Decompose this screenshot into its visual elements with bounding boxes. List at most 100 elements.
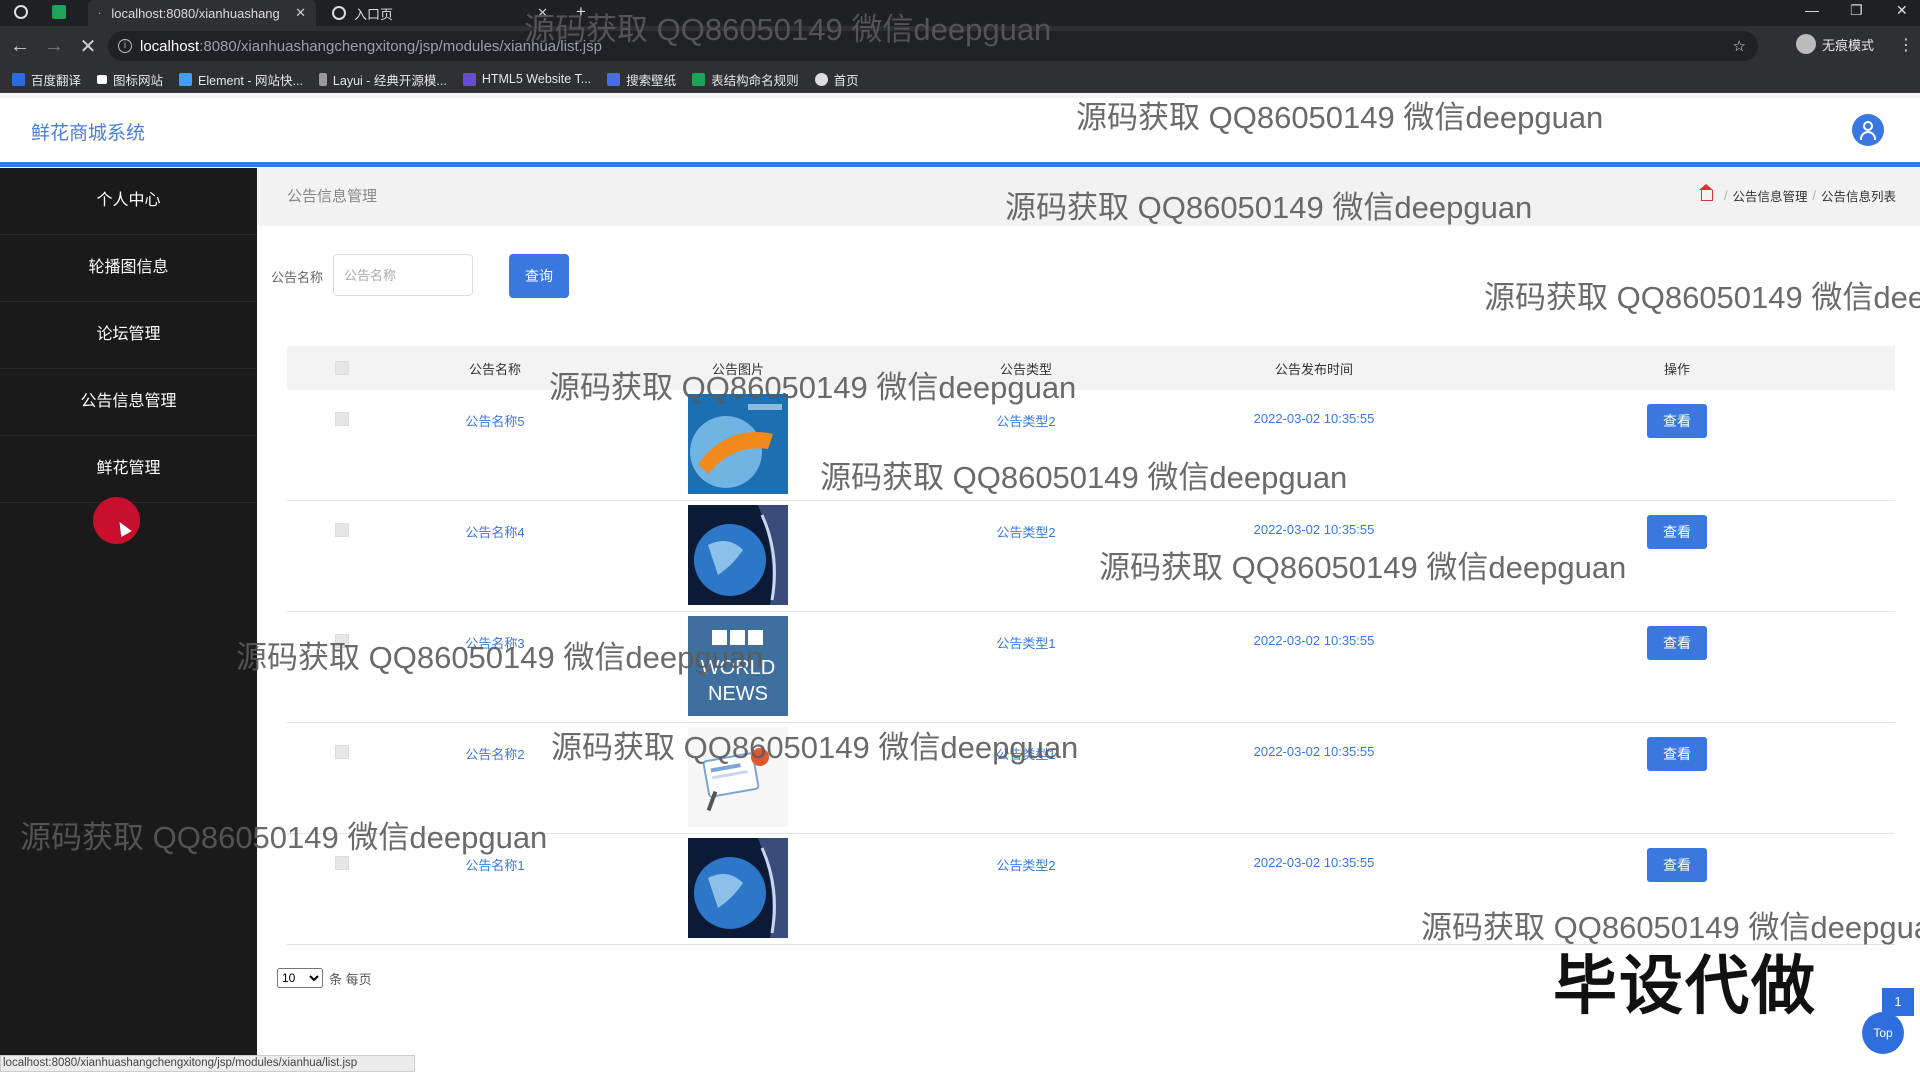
row-checkbox[interactable] [335,745,349,759]
tab-entry-page[interactable]: 入口页 ✕ [322,0,558,26]
page-title: 公告信息管理 [287,188,378,205]
bookmark-item[interactable]: 搜索壁纸 [607,70,676,89]
flag-icon [97,74,108,84]
action-cell: 查看 [1459,390,1895,438]
tab-title: 入口页 [354,6,394,22]
row-checkbox-cell [287,723,397,759]
bookmark-label: 搜索壁纸 [626,73,677,88]
search-input[interactable] [333,254,473,296]
layui-icon [318,72,327,86]
notice-type: 公告类型1 [996,636,1056,651]
table-header: 公告名称 公告图片 公告类型 公告发布时间 操作 [287,346,1895,390]
table-row: 公告名称4 公告类型2 2022-03-02 10:35:55 查看 [287,501,1895,612]
action-cell: 查看 [1459,612,1895,660]
globe-icon [332,6,346,20]
status-bar-url: localhost:8080/xianhuashangchengxitong/j… [0,1055,415,1072]
notice-time: 2022-03-02 10:35:55 [1253,522,1375,537]
query-button[interactable]: 查询 [509,254,569,298]
home-icon[interactable] [1699,184,1713,201]
app-tab-icon[interactable] [52,5,66,19]
app-header: 鲜花商城系统 [0,98,1920,167]
bookmark-label: Element - 网站快... [198,73,303,88]
action-cell: 查看 [1459,723,1895,771]
notice-time: 2022-03-02 10:35:55 [1253,744,1375,759]
bookmark-item[interactable]: 图标网站 [97,70,163,89]
page-size-select[interactable]: 10 [277,968,323,988]
row-checkbox-cell [287,390,397,426]
promo-text: 毕设代做 [1553,950,1817,1022]
notice-name: 公告名称1 [465,858,525,873]
notice-name: 公告名称5 [465,414,525,429]
view-button[interactable]: 查看 [1647,848,1707,882]
logo-text: NEWS [708,683,768,705]
notice-image: WORLD NEWS [688,616,788,716]
stop-loading-icon[interactable]: ✕ [74,34,102,59]
incognito-icon [1796,34,1816,54]
row-checkbox[interactable] [335,634,349,648]
back-icon[interactable]: ← [6,35,34,58]
sheet-icon [692,72,706,86]
breadcrumb-separator: / [1812,188,1816,203]
close-tab-icon[interactable]: ✕ [295,5,306,21]
minimize-icon[interactable]: — [1805,2,1819,18]
notice-table: 公告名称 公告图片 公告类型 公告发布时间 操作 公告名称5 公告类型2 202… [287,346,1895,945]
notice-image-cell [593,390,883,494]
row-checkbox[interactable] [335,412,349,426]
bookmark-item[interactable]: 首页 [814,70,859,89]
notice-image [688,394,788,494]
app-title: 鲜花商城系统 [31,123,146,144]
site-info-icon[interactable]: i [118,39,132,53]
bookmark-item[interactable]: 表结构命名规则 [692,70,799,89]
pagination: 10 条 每页 [277,968,372,988]
notice-type: 公告类型2 [996,858,1056,873]
view-button[interactable]: 查看 [1647,626,1707,660]
bookmark-star-icon[interactable]: ☆ [1733,37,1746,55]
sidebar-item-flowers[interactable]: 鲜花管理 [0,436,257,503]
bookmark-label: 首页 [833,73,859,88]
notice-time: 2022-03-02 10:35:55 [1253,411,1375,426]
notice-image-cell [593,834,883,938]
sidebar-item-personal-center[interactable]: 个人中心 [0,168,257,235]
bookmark-item[interactable]: 百度翻译 [12,70,81,89]
breadcrumb-item[interactable]: 公告信息列表 [1821,186,1896,205]
browser-tab-bar: · localhost:8080/xianhuashang ✕ 入口页 ✕ + … [0,0,1920,26]
table-row: 公告名称2 公告类型1 2022-03-02 10:35:55 查看 [287,723,1895,834]
column-header: 公告类型 [999,361,1052,377]
notice-image-cell [593,723,883,827]
restore-icon[interactable]: ❐ [1850,2,1863,19]
select-all-checkbox[interactable] [335,361,349,375]
forward-icon[interactable]: → [40,35,68,58]
notice-image [688,505,788,605]
translate-icon [12,72,25,86]
row-checkbox[interactable] [335,523,349,537]
url-field[interactable]: i localhost :8080/xianhuashangchengxiton… [108,31,1758,61]
breadcrumb-item[interactable]: 公告信息管理 [1732,186,1807,205]
sidebar-item-carousel[interactable]: 轮播图信息 [0,235,257,302]
notice-time: 2022-03-02 10:35:55 [1253,855,1375,870]
close-tab-icon[interactable]: ✕ [537,5,548,21]
row-checkbox[interactable] [335,856,349,870]
browser-menu-icon[interactable] [14,5,28,19]
view-button[interactable]: 查看 [1647,737,1707,771]
view-button[interactable]: 查看 [1647,515,1707,549]
user-avatar-icon[interactable] [1852,114,1884,146]
breadcrumb-separator: / [1724,188,1728,203]
window-close-icon[interactable]: ✕ [1896,2,1908,19]
incognito-indicator[interactable]: 无痕模式 [1796,34,1874,54]
bookmark-item[interactable]: Layui - 经典开源模... [318,70,447,89]
action-cell: 查看 [1459,501,1895,549]
bookmark-label: 百度翻译 [31,73,82,88]
globe-icon [814,72,828,86]
back-to-top-button[interactable]: Top [1862,1012,1904,1054]
sidebar-item-notices[interactable]: 公告信息管理 [0,369,257,436]
search-label: 公告名称 [271,270,324,285]
tab-list-page[interactable]: · localhost:8080/xianhuashang ✕ [88,0,316,26]
bookmark-item[interactable]: Element - 网站快... [179,70,303,89]
new-tab-icon[interactable]: + [576,2,586,22]
view-button[interactable]: 查看 [1647,404,1707,438]
sidebar-item-forum[interactable]: 论坛管理 [0,302,257,369]
bookmark-item[interactable]: HTML5 Website T... [462,72,591,86]
row-checkbox-cell [287,612,397,648]
browser-more-icon[interactable]: ⋮ [1898,35,1914,55]
notice-image [688,727,788,827]
